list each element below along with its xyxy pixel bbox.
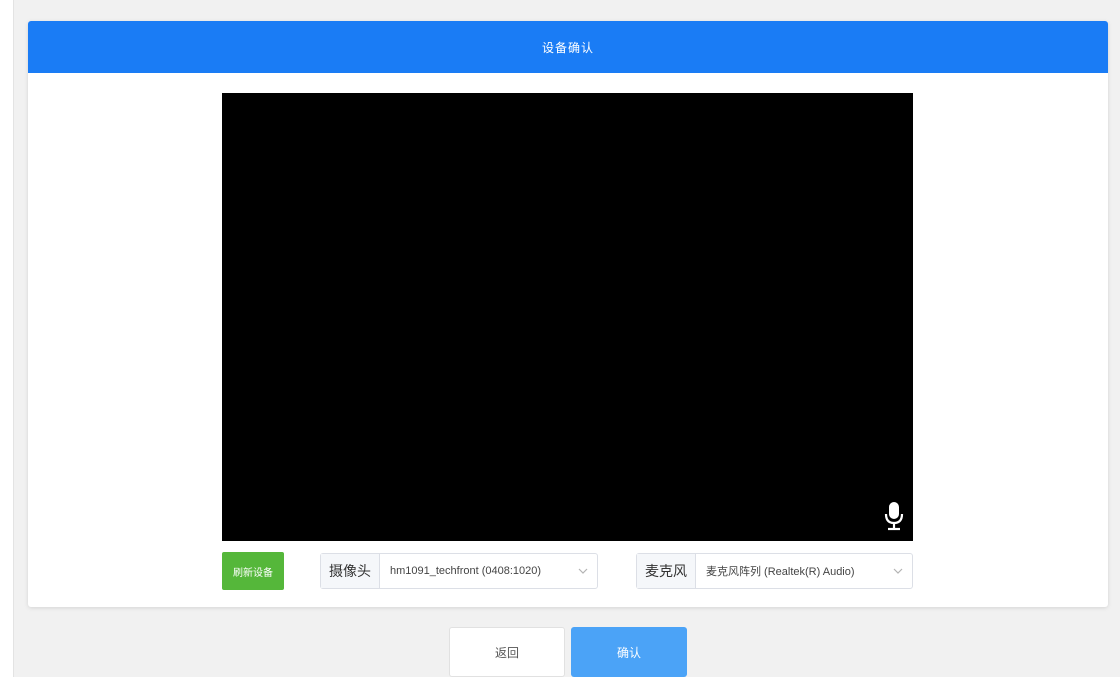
panel-header: 设备确认 — [28, 21, 1108, 73]
microphone-select[interactable]: 麦克风 麦克风阵列 (Realtek(R) Audio) — [636, 553, 913, 589]
device-confirm-panel: 设备确认 刷新设备 摄像头 hm1091_techfront (0408:102… — [28, 21, 1108, 607]
refresh-devices-button[interactable]: 刷新设备 — [222, 552, 284, 590]
camera-select-value[interactable]: hm1091_techfront (0408:1020) — [380, 554, 569, 588]
camera-preview — [222, 93, 913, 541]
left-edge-strip — [0, 0, 14, 677]
device-controls: 刷新设备 摄像头 hm1091_techfront (0408:1020) 麦克… — [222, 552, 913, 590]
microphone-select-label: 麦克风 — [637, 554, 696, 588]
back-button[interactable]: 返回 — [449, 627, 565, 677]
camera-select[interactable]: 摄像头 hm1091_techfront (0408:1020) — [320, 553, 598, 589]
confirm-button[interactable]: 确认 — [571, 627, 687, 677]
chevron-down-icon[interactable] — [884, 554, 912, 588]
panel-title: 设备确认 — [541, 40, 594, 55]
chevron-down-icon[interactable] — [569, 554, 597, 588]
microphone-select-value[interactable]: 麦克风阵列 (Realtek(R) Audio) — [696, 554, 884, 588]
camera-select-label: 摄像头 — [321, 554, 380, 588]
microphone-icon — [883, 501, 905, 531]
